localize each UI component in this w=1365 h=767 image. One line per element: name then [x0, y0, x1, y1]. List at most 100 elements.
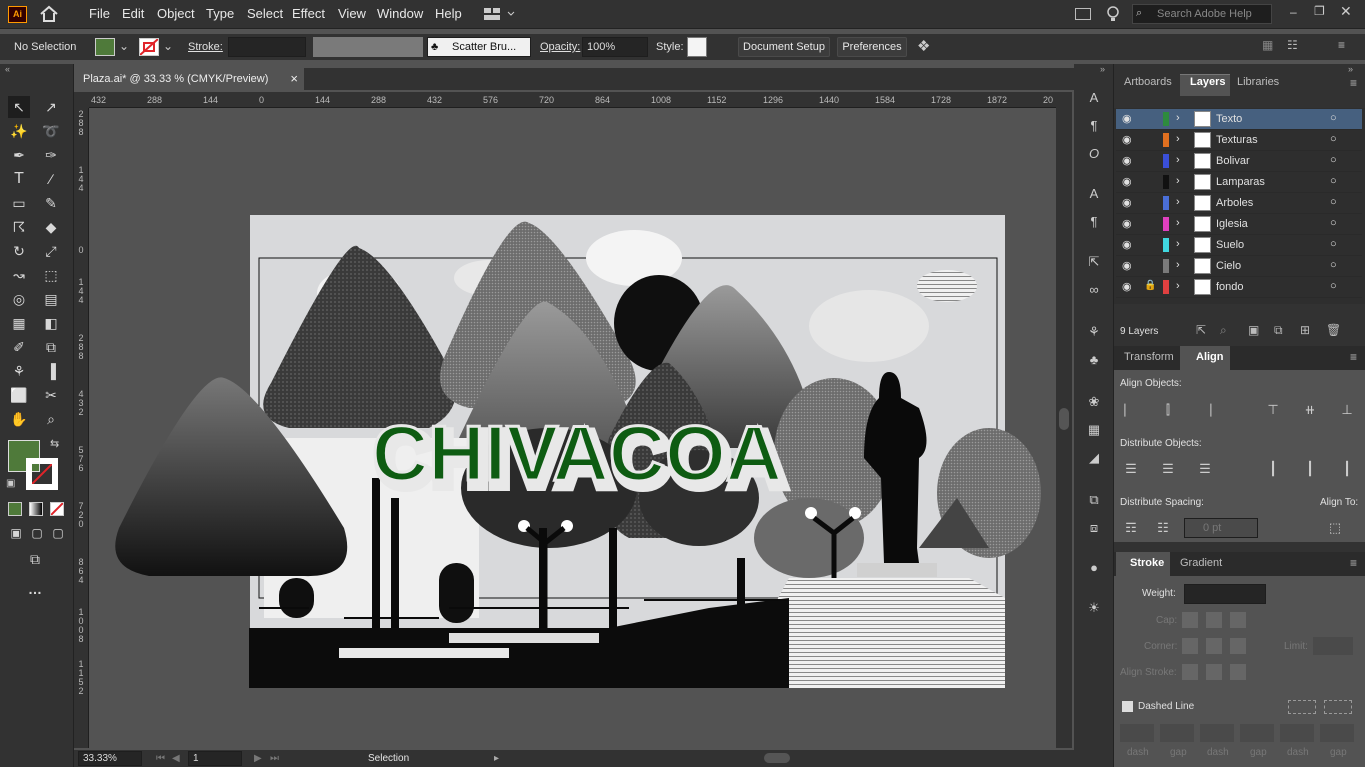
minimize-button[interactable]: –	[1290, 5, 1297, 19]
visibility-eye-icon[interactable]: ◉	[1122, 238, 1132, 251]
layer-row-fondo[interactable]: ◉ 🔒 › fondo ○	[1116, 277, 1362, 298]
align-grid-icon[interactable]: ▦	[1262, 38, 1273, 52]
lock-icon[interactable]: 🔒	[1144, 280, 1156, 291]
align-hcenter-icon[interactable]: ⫿	[1159, 402, 1177, 418]
layer-row-cielo[interactable]: ◉ › Cielo ○	[1116, 256, 1362, 277]
none-mode-button[interactable]	[50, 502, 64, 516]
visibility-eye-icon[interactable]: ◉	[1122, 154, 1132, 167]
shape-builder-tool-icon[interactable]: ◎	[8, 288, 30, 310]
artboard-tool-icon[interactable]: ⬜	[8, 384, 30, 406]
target-circle-icon[interactable]: ○	[1330, 196, 1337, 208]
symbols-icon[interactable]: ♣	[1085, 352, 1103, 368]
visibility-eye-icon[interactable]: ◉	[1122, 175, 1132, 188]
type-tool-icon[interactable]: T	[8, 168, 30, 190]
default-colors-icon[interactable]: ▣	[6, 478, 15, 489]
menu-type[interactable]: Type	[206, 6, 234, 21]
export-icon[interactable]: ⇱	[1085, 254, 1103, 270]
dash-field[interactable]	[1120, 724, 1154, 742]
align-bottom-icon[interactable]: ⊥	[1338, 402, 1356, 418]
menu-edit[interactable]: Edit	[122, 6, 144, 21]
layer-name[interactable]: Iglesia	[1216, 218, 1248, 230]
visibility-eye-icon[interactable]: ◉	[1122, 196, 1132, 209]
miter-join-button[interactable]	[1182, 638, 1198, 654]
stroke-color-swatch[interactable]	[139, 38, 159, 56]
layer-name[interactable]: Bolivar	[1216, 155, 1250, 167]
expand-arrow-icon[interactable]: ›	[1176, 259, 1180, 271]
distribute-left-icon[interactable]: ┃	[1264, 461, 1282, 477]
layer-name[interactable]: Texturas	[1216, 134, 1258, 146]
vertical-scrollbar[interactable]	[1056, 92, 1072, 748]
headline-text[interactable]: CHIVACOA	[370, 408, 783, 499]
target-circle-icon[interactable]: ○	[1330, 280, 1337, 292]
gradient-mode-button[interactable]	[29, 502, 43, 516]
transparency-icon[interactable]: ⧉	[1085, 492, 1103, 508]
collapse-panels-icon[interactable]: »	[1100, 64, 1105, 74]
align-menu-icon[interactable]: ≡	[1350, 350, 1357, 364]
dash-field[interactable]	[1280, 724, 1314, 742]
warp-tool-icon[interactable]: ↝	[8, 264, 30, 286]
align-vcenter-icon[interactable]: ⧺	[1301, 402, 1319, 418]
direct-selection-tool-icon[interactable]: ↗	[40, 96, 62, 118]
spacing-field[interactable]: 0 pt	[1184, 518, 1258, 538]
menu-select[interactable]: Select	[247, 6, 283, 21]
round-join-button[interactable]	[1206, 638, 1222, 654]
stroke-weight-stepper[interactable]	[228, 37, 306, 57]
tab-align[interactable]: Align	[1196, 351, 1224, 363]
visibility-eye-icon[interactable]: ◉	[1122, 217, 1132, 230]
menu-view[interactable]: View	[338, 6, 366, 21]
layer-name[interactable]: fondo	[1216, 281, 1244, 293]
first-artboard-icon[interactable]: ⏮	[156, 750, 165, 767]
layer-name[interactable]: Lamparas	[1216, 176, 1265, 188]
expand-arrow-icon[interactable]: ›	[1176, 175, 1180, 187]
menu-help[interactable]: Help	[435, 6, 462, 21]
status-menu-arrow-icon[interactable]: ▸	[494, 750, 499, 767]
stroke-color-box[interactable]	[26, 458, 58, 490]
free-transform-tool-icon[interactable]: ⬚	[40, 264, 62, 286]
distribute-vcenter-icon[interactable]: ☰	[1159, 461, 1177, 477]
next-artboard-icon[interactable]: ▶	[254, 750, 262, 767]
links-icon[interactable]: ∞	[1085, 282, 1103, 298]
horizontal-scrollbar-thumb[interactable]	[764, 753, 790, 763]
workspace-switcher-icon[interactable]	[483, 7, 517, 21]
align-stroke-center-button[interactable]	[1182, 664, 1198, 680]
navigator-icon[interactable]: ☀	[1085, 600, 1103, 616]
layer-row-suelo[interactable]: ◉ › Suelo ○	[1116, 235, 1362, 256]
align-stroke-inside-button[interactable]	[1206, 664, 1222, 680]
limit-field[interactable]	[1313, 637, 1353, 655]
pattern-grid-icon[interactable]: ▦	[1085, 422, 1103, 438]
paragraph-styles-icon[interactable]: ¶	[1085, 214, 1103, 230]
visibility-eye-icon[interactable]: ◉	[1122, 280, 1132, 293]
restore-button[interactable]: ❐	[1314, 4, 1325, 18]
butt-cap-button[interactable]	[1182, 612, 1198, 628]
visibility-eye-icon[interactable]: ◉	[1122, 112, 1132, 125]
edit-toolbar-icon[interactable]: …	[24, 578, 46, 600]
last-artboard-icon[interactable]: ⏭	[270, 750, 279, 767]
selection-tool-icon[interactable]: ↖	[8, 96, 30, 118]
artboard-number-field[interactable]: 1	[188, 751, 242, 766]
projecting-cap-button[interactable]	[1230, 612, 1246, 628]
draw-normal-icon[interactable]: ▣	[5, 522, 27, 544]
target-circle-icon[interactable]: ○	[1330, 238, 1337, 250]
magic-wand-tool-icon[interactable]: ✨	[8, 120, 30, 142]
pathfinder-icon[interactable]: ⧈	[1085, 520, 1103, 536]
rotate-tool-icon[interactable]: ↻	[8, 240, 30, 262]
distribute-bottom-icon[interactable]: ☰	[1196, 461, 1214, 477]
swatches-icon[interactable]: ❀	[1085, 394, 1103, 410]
target-circle-icon[interactable]: ○	[1330, 112, 1337, 124]
rectangle-tool-icon[interactable]: ▭	[8, 192, 30, 214]
target-circle-icon[interactable]: ○	[1330, 154, 1337, 166]
new-sublayer-icon[interactable]: ⧉	[1274, 323, 1283, 338]
character-icon[interactable]: A	[1085, 90, 1103, 106]
layer-row-arboles[interactable]: ◉ › Arboles ○	[1116, 193, 1362, 214]
layers-menu-icon[interactable]: ≡	[1350, 76, 1357, 90]
swap-fill-stroke-icon[interactable]: ⇆	[50, 437, 59, 450]
delete-layer-icon[interactable]: 🗑	[1326, 323, 1341, 337]
horizontal-spacing-icon[interactable]: ☷	[1154, 520, 1172, 536]
stroke-label[interactable]: Stroke:	[188, 41, 223, 53]
expand-arrow-icon[interactable]: ›	[1176, 112, 1180, 124]
tab-transform[interactable]: Transform	[1124, 351, 1174, 363]
expand-arrow-icon[interactable]: ›	[1176, 133, 1180, 145]
preferences-button[interactable]: Preferences	[837, 37, 907, 57]
layer-name[interactable]: Texto	[1216, 113, 1242, 125]
tab-stroke[interactable]: Stroke	[1130, 557, 1164, 569]
